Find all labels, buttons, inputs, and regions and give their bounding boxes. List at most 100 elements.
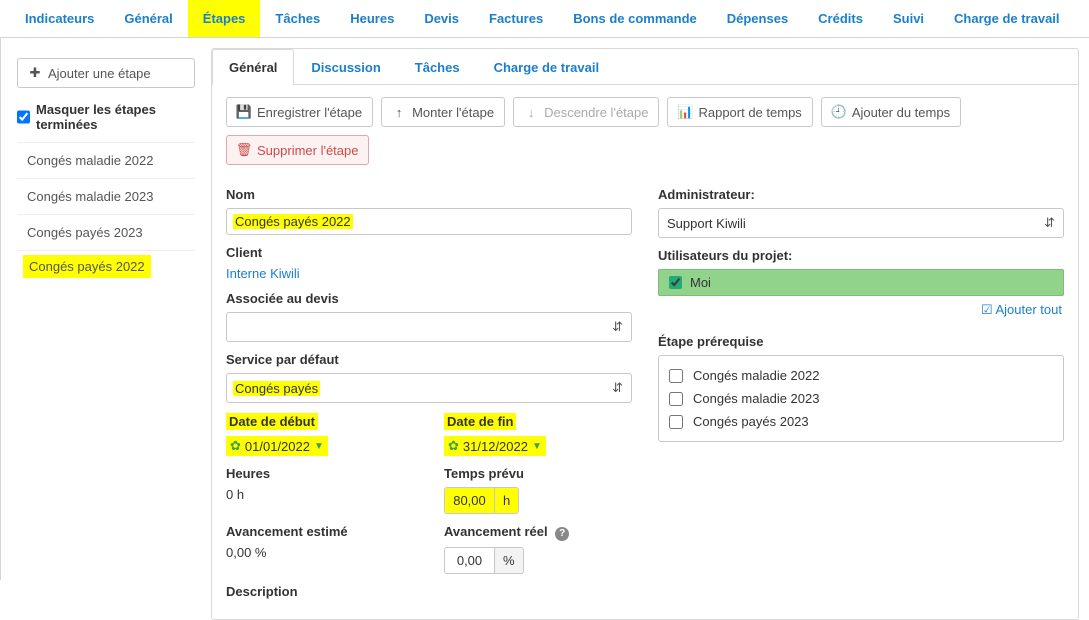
planned-value: 80,00 — [445, 488, 495, 513]
client-label: Client — [226, 245, 632, 260]
prereq-checkbox[interactable] — [669, 415, 683, 429]
move-down-button[interactable]: ↓ Descendre l'étape — [513, 97, 659, 127]
prereq-checkbox[interactable] — [669, 369, 683, 383]
main-tab-general[interactable]: Général — [212, 49, 294, 85]
add-time-button[interactable]: 🕘 Ajouter du temps — [821, 97, 961, 127]
step-item[interactable]: Congés payés 2023 — [17, 215, 195, 251]
service-select[interactable]: Congés payés ⇵ — [226, 373, 632, 403]
end-date-label: Date de fin — [444, 413, 516, 430]
prereq-item[interactable]: Congés maladie 2023 — [669, 387, 1053, 410]
user-checkbox[interactable] — [669, 276, 682, 289]
help-icon[interactable]: ? — [555, 527, 569, 541]
estprog-label: Avancement estimé — [226, 524, 414, 539]
move-down-label: Descendre l'étape — [544, 105, 648, 120]
move-up-label: Monter l'étape — [412, 105, 494, 120]
prereq-label: Étape prérequise — [658, 334, 1064, 349]
prereq-checkbox[interactable] — [669, 392, 683, 406]
move-up-button[interactable]: ↑ Monter l'étape — [381, 97, 505, 127]
plus-circle-icon: ✚ — [28, 65, 42, 81]
user-item[interactable]: Moi — [658, 269, 1064, 296]
prereq-text: Congés payés 2023 — [693, 414, 809, 429]
prereq-text: Congés maladie 2022 — [693, 368, 819, 383]
client-link[interactable]: Interne Kiwili — [226, 266, 632, 281]
add-all-label: Ajouter tout — [996, 302, 1063, 317]
prereq-item[interactable]: Congés maladie 2022 — [669, 364, 1053, 387]
prereq-list: Congés maladie 2022 Congés maladie 2023 … — [658, 355, 1064, 442]
trash-icon: 🗑 — [237, 142, 251, 158]
admin-select[interactable]: Support Kiwili ⇵ — [658, 208, 1064, 238]
realprog-label: Avancement réel ? — [444, 524, 632, 541]
main-tab-charge[interactable]: Charge de travail — [477, 49, 617, 85]
top-nav: Indicateurs Général Étapes Tâches Heures… — [0, 0, 1089, 38]
tab-charge[interactable]: Charge de travail — [939, 0, 1075, 37]
clock-icon: 🕘 — [832, 104, 846, 120]
planned-label: Temps prévu — [444, 466, 632, 481]
name-input[interactable]: Congés payés 2022 — [226, 208, 632, 235]
tab-credits[interactable]: Crédits — [803, 0, 878, 37]
toolbar: 💾 Enregistrer l'étape ↑ Monter l'étape ↓… — [212, 85, 1078, 177]
check-icon: ☑ — [981, 302, 993, 317]
hours-value: 0 h — [226, 487, 414, 502]
end-date-picker[interactable]: ✿ 31/12/2022 ▼ — [444, 436, 546, 456]
chevron-icon: ⇵ — [1044, 215, 1055, 231]
quote-select[interactable]: ⇵ — [226, 312, 632, 342]
step-item[interactable]: Congés maladie 2022 — [17, 143, 195, 179]
hide-done-toggle[interactable]: Masquer les étapes terminées — [17, 102, 195, 132]
main-tab-taches[interactable]: Tâches — [398, 49, 477, 85]
form-right: Administrateur: Support Kiwili ⇵ Utilisa… — [658, 177, 1064, 605]
start-date-label: Date de début — [226, 413, 318, 430]
chevron-icon: ⇵ — [612, 319, 623, 335]
calendar-icon: ✿ — [448, 438, 459, 454]
tab-indicateurs[interactable]: Indicateurs — [10, 0, 109, 37]
delete-step-button[interactable]: 🗑 Supprimer l'étape — [226, 135, 369, 165]
planned-input[interactable]: 80,00 h — [444, 487, 519, 514]
hide-done-label: Masquer les étapes terminées — [36, 102, 195, 132]
step-item-selected[interactable]: Congés payés 2022 — [23, 255, 151, 278]
time-report-label: Rapport de temps — [698, 105, 801, 120]
realprog-unit: % — [495, 548, 523, 573]
add-all-link[interactable]: ☑ Ajouter tout — [981, 302, 1062, 317]
prereq-text: Congés maladie 2023 — [693, 391, 819, 406]
tab-bons[interactable]: Bons de commande — [558, 0, 712, 37]
main-tabs: Général Discussion Tâches Charge de trav… — [212, 49, 1078, 85]
step-list: Congés maladie 2022 Congés maladie 2023 … — [17, 142, 195, 282]
start-date-picker[interactable]: ✿ 01/01/2022 ▼ — [226, 436, 328, 456]
planned-unit: h — [495, 488, 518, 513]
save-label: Enregistrer l'étape — [257, 105, 362, 120]
prereq-item[interactable]: Congés payés 2023 — [669, 410, 1053, 433]
add-step-label: Ajouter une étape — [48, 66, 151, 81]
end-date-value: 31/12/2022 — [463, 439, 528, 454]
hours-label: Heures — [226, 466, 414, 481]
arrow-up-icon: ↑ — [392, 105, 406, 120]
users-label: Utilisateurs du projet: — [658, 248, 1064, 263]
add-step-button[interactable]: ✚ Ajouter une étape — [17, 58, 195, 88]
user-name: Moi — [690, 275, 711, 290]
admin-label: Administrateur: — [658, 187, 1064, 202]
tab-etapes[interactable]: Étapes — [188, 0, 261, 37]
admin-value: Support Kiwili — [667, 216, 746, 231]
tab-general[interactable]: Général — [109, 0, 187, 37]
tab-heures[interactable]: Heures — [335, 0, 409, 37]
save-icon: 💾 — [237, 104, 251, 120]
chevron-icon: ⇵ — [612, 380, 623, 396]
tab-devis[interactable]: Devis — [409, 0, 474, 37]
main-tab-discussion[interactable]: Discussion — [294, 49, 397, 85]
name-value: Congés payés 2022 — [233, 214, 353, 229]
tab-taches[interactable]: Tâches — [260, 0, 335, 37]
tab-suivi[interactable]: Suivi — [878, 0, 939, 37]
add-time-label: Ajouter du temps — [852, 105, 950, 120]
chart-icon: 📊 — [678, 104, 692, 120]
step-item[interactable]: Congés maladie 2023 — [17, 179, 195, 215]
tab-depenses[interactable]: Dépenses — [712, 0, 803, 37]
realprog-input[interactable]: 0,00 % — [444, 547, 524, 574]
time-report-button[interactable]: 📊 Rapport de temps — [667, 97, 812, 127]
form-left: Nom Congés payés 2022 Client Interne Kiw… — [226, 177, 632, 605]
hide-done-checkbox[interactable] — [17, 110, 30, 124]
main-panel: Général Discussion Tâches Charge de trav… — [211, 48, 1079, 620]
estprog-value: 0,00 % — [226, 545, 414, 560]
calendar-icon: ✿ — [230, 438, 241, 454]
save-button[interactable]: 💾 Enregistrer l'étape — [226, 97, 373, 127]
start-date-value: 01/01/2022 — [245, 439, 310, 454]
tab-factures[interactable]: Factures — [474, 0, 558, 37]
description-label: Description — [226, 584, 632, 599]
